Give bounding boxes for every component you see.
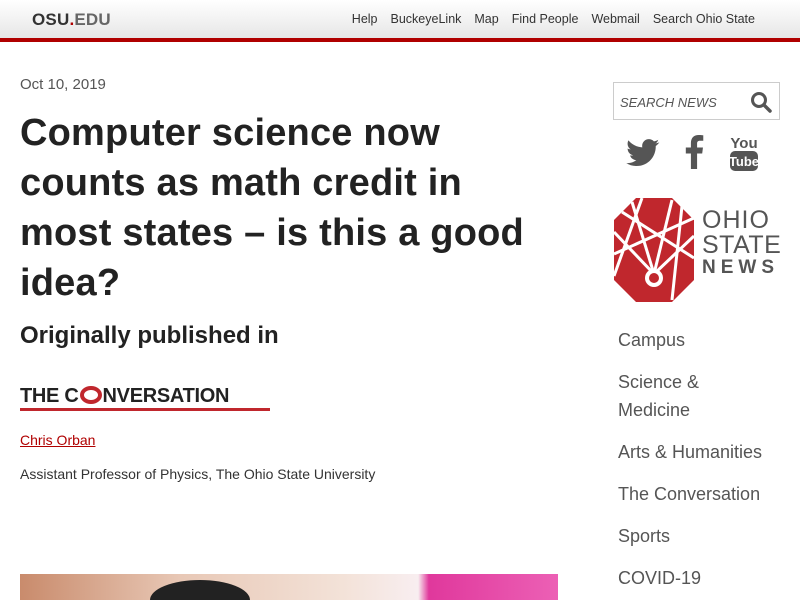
ohio-state-news-wordmark: OHIO STATE NEWS xyxy=(702,208,781,278)
article-date: Oct 10, 2019 xyxy=(20,76,106,93)
youtube-icon[interactable]: You Tube xyxy=(728,133,760,178)
image-subject-head xyxy=(150,580,250,600)
buckeyelink-link[interactable]: BuckeyeLink xyxy=(391,12,462,26)
webmail-link[interactable]: Webmail xyxy=(591,12,639,26)
ohio-state-emblem xyxy=(612,197,696,302)
conversation-o-ring xyxy=(79,386,102,404)
brand-ohio: OHIO xyxy=(702,206,770,234)
logo-osu-text: OSU xyxy=(32,10,70,29)
conversation-logo-part1: THE C xyxy=(20,385,79,407)
conversation-logo-part2: NVERSATION xyxy=(102,385,230,407)
author-link[interactable]: Chris Orban xyxy=(20,432,95,448)
nav-campus[interactable]: Campus xyxy=(618,326,788,354)
brand-state: STATE xyxy=(702,231,782,259)
youtube-you-text: You xyxy=(730,135,757,152)
top-bar: OSU.EDU Help BuckeyeLink Map Find People… xyxy=(0,0,800,42)
the-conversation-logo[interactable]: THE C NVERSATION xyxy=(20,385,270,411)
search-news-input[interactable] xyxy=(620,92,745,112)
find-people-link[interactable]: Find People xyxy=(512,12,579,26)
article-image xyxy=(20,574,558,600)
conversation-logo-underline xyxy=(20,408,270,411)
nav-science-medicine[interactable]: Science & Medicine xyxy=(618,368,728,424)
logo-edu-text: EDU xyxy=(74,10,111,29)
search-icon[interactable] xyxy=(749,90,773,114)
facebook-icon[interactable] xyxy=(684,135,704,174)
help-link[interactable]: Help xyxy=(352,12,378,26)
twitter-icon[interactable] xyxy=(626,139,660,172)
nav-arts-humanities[interactable]: Arts & Humanities xyxy=(618,438,788,466)
osu-edu-logo[interactable]: OSU.EDU xyxy=(32,10,111,30)
nav-covid-19[interactable]: COVID-19 xyxy=(618,564,788,592)
social-links: You Tube xyxy=(622,133,772,175)
youtube-tube-text: Tube xyxy=(729,154,759,169)
map-link[interactable]: Map xyxy=(474,12,498,26)
article-title: Computer science now counts as math cred… xyxy=(20,112,524,304)
search-ohio-state-link[interactable]: Search Ohio State xyxy=(653,12,755,26)
published-in-label: Originally published in xyxy=(20,322,279,349)
author-affiliation: Assistant Professor of Physics, The Ohio… xyxy=(20,466,376,482)
nav-the-conversation[interactable]: The Conversation xyxy=(618,480,788,508)
top-links: Help BuckeyeLink Map Find People Webmail… xyxy=(352,12,755,26)
ohio-state-news-logo[interactable]: OHIO STATE NEWS xyxy=(612,196,787,304)
section-nav: Campus Science & Medicine Arts & Humanit… xyxy=(618,326,788,600)
nav-sports[interactable]: Sports xyxy=(618,522,788,550)
conversation-logo-text: THE C NVERSATION xyxy=(20,385,229,407)
brand-news: NEWS xyxy=(702,257,779,278)
news-search-box xyxy=(613,82,780,120)
